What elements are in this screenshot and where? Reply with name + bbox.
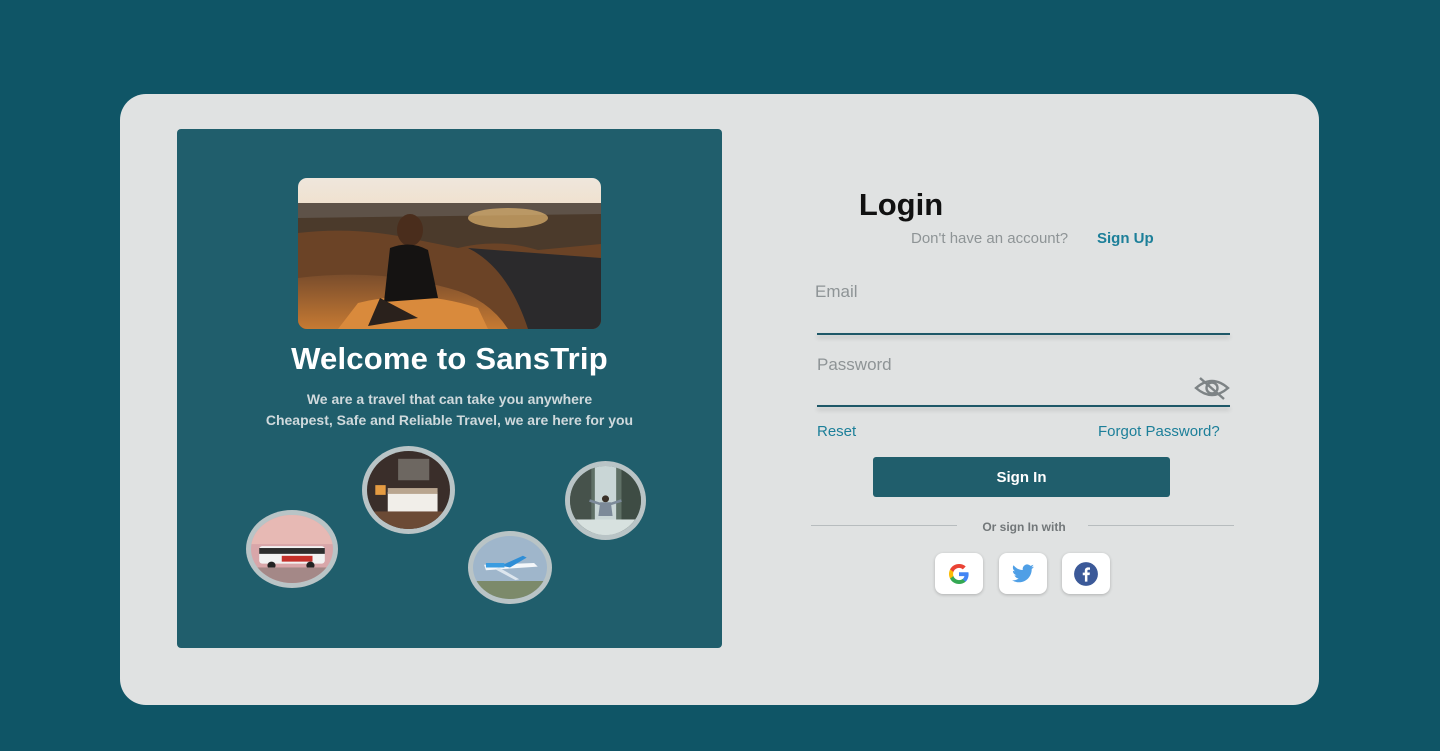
hero-subtitle: We are a travel that can take you anywhe… bbox=[177, 389, 722, 431]
facebook-signin-button[interactable] bbox=[1062, 553, 1110, 594]
twitter-signin-button[interactable] bbox=[999, 553, 1047, 594]
signup-link[interactable]: Sign Up bbox=[1097, 230, 1154, 247]
reset-link[interactable]: Reset bbox=[817, 423, 856, 440]
hero-subtitle-line2: Cheapest, Safe and Reliable Travel, we a… bbox=[265, 412, 634, 428]
or-sign-in-with-text: Or sign In with bbox=[982, 520, 1066, 534]
email-underline bbox=[817, 333, 1230, 335]
eye-slash-icon[interactable] bbox=[1193, 374, 1231, 402]
password-input[interactable] bbox=[817, 374, 1191, 406]
email-input[interactable] bbox=[817, 302, 1191, 334]
bubble-hotel-room bbox=[362, 446, 455, 534]
google-icon bbox=[949, 563, 969, 584]
hero-panel: Welcome to SansTrip We are a travel that… bbox=[177, 129, 722, 648]
password-label: Password bbox=[817, 355, 892, 374]
hero-photo-canyon bbox=[298, 178, 601, 329]
login-title: Login bbox=[858, 187, 944, 222]
password-underline bbox=[817, 405, 1230, 407]
facebook-icon bbox=[1074, 561, 1098, 586]
hero-title: Welcome to SansTrip bbox=[291, 341, 608, 376]
no-account-text: Don't have an account? bbox=[911, 230, 1069, 247]
google-signin-button[interactable] bbox=[935, 553, 983, 594]
bubble-bus bbox=[246, 510, 338, 588]
email-label: Email bbox=[815, 282, 858, 301]
divider-left bbox=[811, 525, 957, 526]
sign-in-button[interactable]: Sign In bbox=[873, 457, 1170, 497]
forgot-password-link[interactable]: Forgot Password? bbox=[1098, 423, 1220, 440]
twitter-icon bbox=[1012, 563, 1034, 582]
bubble-waterfall-traveler bbox=[565, 461, 646, 540]
bubble-airplane bbox=[468, 531, 552, 604]
hero-subtitle-line1: We are a travel that can take you anywhe… bbox=[306, 391, 593, 407]
divider-right bbox=[1088, 525, 1234, 526]
